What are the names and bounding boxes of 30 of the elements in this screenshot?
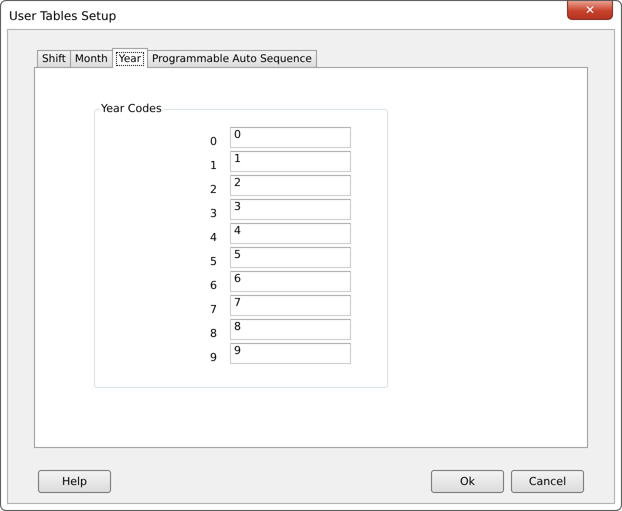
group-title: Year Codes [100,102,163,115]
window-title: User Tables Setup [9,9,116,23]
input-field[interactable]: 1 [230,151,351,172]
field-label: 6 [209,279,217,292]
dialog-button[interactable]: Ok [431,470,504,493]
input-field[interactable]: 6 [230,271,351,292]
field-label: 9 [209,351,217,364]
tab[interactable]: Shift [37,50,71,67]
field-label: 8 [209,327,217,340]
field-label: 7 [209,303,217,316]
field-label: 0 [209,135,217,148]
field-label: 4 [209,231,217,244]
tab[interactable]: Programmable Auto Sequence [147,50,317,67]
close-button[interactable]: ✕ [567,1,613,20]
input-field[interactable]: 3 [230,199,351,220]
tab[interactable]: Month [70,50,113,67]
input-field[interactable]: 9 [230,343,351,364]
input-field[interactable]: 0 [230,127,351,148]
input-field[interactable]: 8 [230,319,351,340]
field-label: 2 [209,183,217,196]
field-label: 1 [209,159,217,172]
input-field[interactable]: 2 [230,175,351,196]
field-label: 3 [209,207,217,220]
input-field[interactable]: 4 [230,223,351,244]
field-label: 5 [209,255,217,268]
dialog-button[interactable]: Cancel [511,470,584,493]
input-field[interactable]: 7 [230,295,351,316]
input-field[interactable]: 5 [230,247,351,268]
dialog-button[interactable]: Help [38,470,111,493]
tab[interactable]: Year [112,48,148,68]
